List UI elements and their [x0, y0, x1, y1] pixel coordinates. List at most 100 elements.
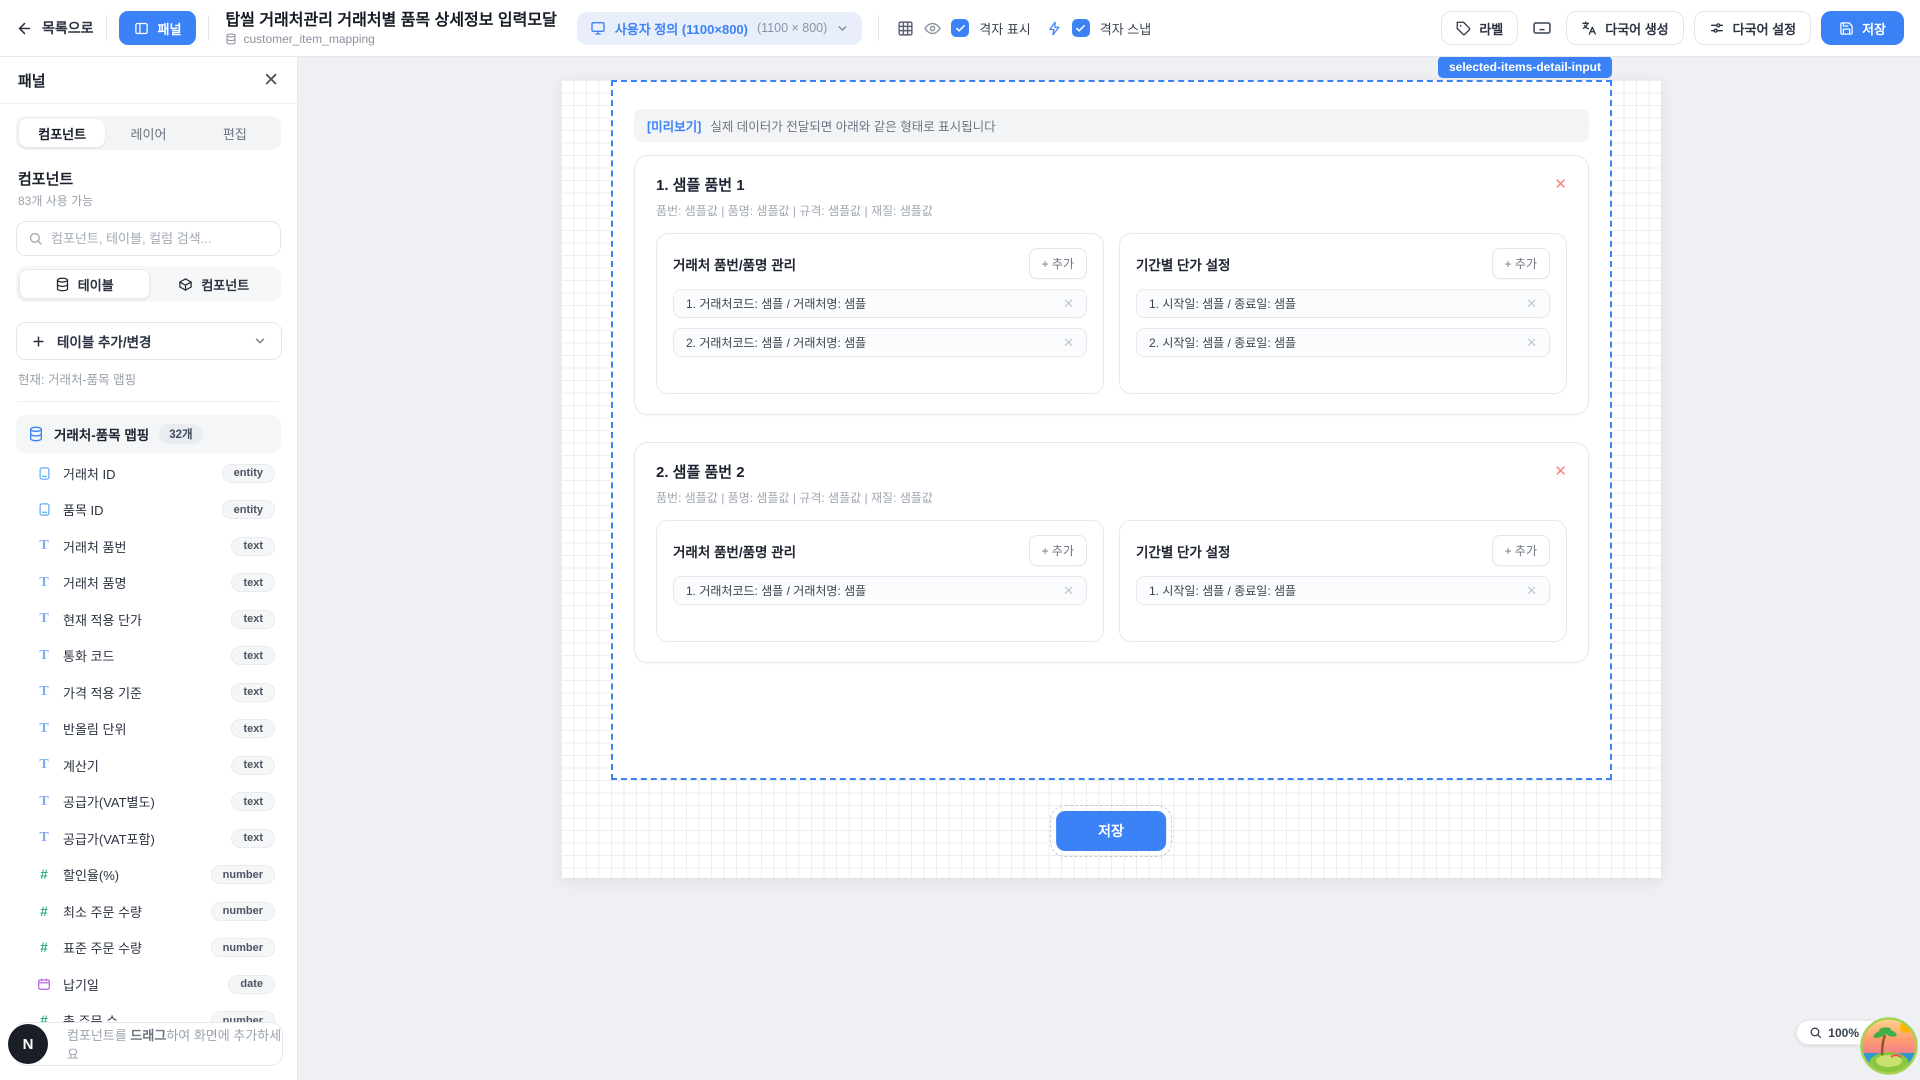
field-name: 품목 ID [63, 500, 104, 519]
field-name: 계산기 [63, 756, 99, 775]
field-item[interactable]: 거래처 IDentity [16, 455, 281, 492]
components-section-title: 컴포넌트 [18, 168, 279, 189]
top-toolbar: 목록으로 패널 탑씰 거래처관리 거래처별 품목 상세정보 입력모달 custo… [0, 0, 1920, 57]
viewport-size-selector[interactable]: 사용자 정의 (1100×800) (1100 × 800) [577, 12, 862, 45]
save-button[interactable]: 저장 [1821, 11, 1904, 45]
date-type-icon [36, 977, 52, 991]
row-remove-icon[interactable]: ✕ [1063, 335, 1074, 351]
search-input[interactable] [51, 231, 269, 246]
field-item[interactable]: T거래처 품번text [16, 528, 281, 565]
field-item[interactable]: T통화 코드text [16, 638, 281, 675]
item-group: 거래처 품번/품명 관리+ 추가1. 거래처코드: 샘플 / 거래처명: 샘플✕… [656, 233, 1104, 394]
eye-icon[interactable] [924, 20, 941, 37]
viewport-selected-label: 사용자 정의 (1100×800) [615, 19, 748, 38]
tab-편집[interactable]: 편집 [192, 119, 278, 147]
field-item[interactable]: T현재 적용 단가text [16, 601, 281, 638]
field-name: 납기일 [63, 975, 99, 994]
field-item[interactable]: T공급가(VAT별도)text [16, 784, 281, 821]
field-item[interactable]: T가격 적용 기준text [16, 674, 281, 711]
field-item[interactable]: #표준 주문 수량number [16, 930, 281, 967]
tab-컴포넌트[interactable]: 컴포넌트 [19, 119, 105, 147]
group-title: 기간별 단가 설정 [1136, 541, 1230, 561]
item-meta: 품번: 샘플값 | 품명: 샘플값 | 규격: 샘플값 | 재질: 샘플값 [656, 202, 1567, 219]
keyboard-shortcuts-button[interactable] [1528, 18, 1556, 38]
zoom-level: 100% [1828, 1026, 1859, 1040]
table-group-header[interactable]: 거래처-품목 맵핑 32개 [16, 415, 281, 453]
group-add-button[interactable]: + 추가 [1492, 248, 1550, 279]
row-remove-icon[interactable]: ✕ [1526, 583, 1537, 599]
group-row-text: 2. 시작일: 샘플 / 종료일: 샘플 [1149, 334, 1296, 351]
selected-component[interactable]: selected-items-detail-input [미리보기] 실제 데이… [611, 80, 1612, 780]
source-tab-테이블[interactable]: 테이블 [19, 269, 150, 299]
item-group: 기간별 단가 설정+ 추가1. 시작일: 샘플 / 종료일: 샘플✕2. 시작일… [1119, 233, 1567, 394]
lightning-icon [1047, 21, 1062, 36]
tab-레이어[interactable]: 레이어 [105, 119, 191, 147]
text-type-icon: T [36, 721, 52, 737]
item-delete-icon[interactable]: ✕ [1554, 464, 1567, 479]
field-type-badge: number [211, 902, 275, 921]
form-save-button[interactable]: 저장 [1056, 811, 1166, 851]
group-row-text: 1. 시작일: 샘플 / 종료일: 샘플 [1149, 582, 1296, 599]
field-name: 거래처 ID [63, 464, 116, 483]
field-item[interactable]: T반올림 단위text [16, 711, 281, 748]
field-item[interactable]: 납기일 date [16, 966, 281, 1003]
plus-icon [31, 334, 46, 349]
field-type-badge: date [228, 975, 275, 994]
number-type-icon: # [36, 867, 52, 882]
item-title: 2. 샘플 품번 2 [656, 461, 745, 482]
text-type-icon: T [36, 611, 52, 627]
group-row: 1. 시작일: 샘플 / 종료일: 샘플 ✕ [1136, 576, 1550, 605]
back-to-list-label: 목록으로 [42, 18, 94, 38]
drag-hint-bar: N 컴포넌트를 드래그하여 화면에 추가하세요 [14, 1022, 283, 1066]
group-row-text: 1. 거래처코드: 샘플 / 거래처명: 샘플 [686, 582, 866, 599]
field-item[interactable]: T공급가(VAT포함)text [16, 820, 281, 857]
current-table-label: 현재: 거래처-품목 맵핑 [18, 369, 279, 388]
group-row: 2. 시작일: 샘플 / 종료일: 샘플 ✕ [1136, 328, 1550, 357]
sample-items-container: 1. 샘플 품번 1✕품번: 샘플값 | 품명: 샘플값 | 규격: 샘플값 |… [613, 155, 1610, 663]
field-item[interactable]: T계산기text [16, 747, 281, 784]
back-arrow-icon [16, 20, 33, 37]
grid-snap-checkbox[interactable] [1072, 19, 1090, 37]
add-table-button[interactable]: 테이블 추가/변경 [16, 322, 282, 360]
search-icon [28, 231, 43, 246]
field-item[interactable]: #할인율(%)number [16, 857, 281, 894]
field-item[interactable]: T거래처 품명text [16, 565, 281, 602]
field-type-badge: number [211, 865, 275, 884]
i18n-settings-button[interactable]: 다국어 설정 [1694, 11, 1811, 45]
monitor-icon [590, 20, 606, 36]
panel-toggle-button[interactable]: 패널 [119, 11, 197, 45]
viewport-size-label: (1100 × 800) [757, 21, 827, 35]
field-item[interactable]: #최소 주문 수량number [16, 893, 281, 930]
field-name: 표준 주문 수량 [63, 938, 142, 957]
row-remove-icon[interactable]: ✕ [1063, 583, 1074, 599]
group-title: 거래처 품번/품명 관리 [673, 254, 796, 274]
field-item[interactable]: 품목 IDentity [16, 492, 281, 529]
field-name: 최소 주문 수량 [63, 902, 142, 921]
back-to-list-button[interactable]: 목록으로 [16, 18, 94, 38]
grid-show-checkbox[interactable] [951, 19, 969, 37]
group-add-button[interactable]: + 추가 [1029, 535, 1087, 566]
entity-type-icon [36, 466, 52, 481]
row-remove-icon[interactable]: ✕ [1526, 335, 1537, 351]
component-search[interactable] [16, 221, 281, 256]
tag-icon [1456, 21, 1471, 36]
item-delete-icon[interactable]: ✕ [1554, 177, 1567, 192]
row-remove-icon[interactable]: ✕ [1063, 296, 1074, 312]
text-type-icon: T [36, 648, 52, 664]
group-add-button[interactable]: + 추가 [1029, 248, 1087, 279]
i18n-generate-button[interactable]: 다국어 생성 [1566, 11, 1683, 45]
artboard[interactable]: selected-items-detail-input [미리보기] 실제 데이… [561, 80, 1661, 878]
panel-icon [134, 21, 149, 36]
island-badge-icon[interactable] [1860, 1017, 1918, 1075]
group-add-button[interactable]: + 추가 [1492, 535, 1550, 566]
field-name: 반올림 단위 [63, 719, 126, 738]
item-meta: 품번: 샘플값 | 품명: 샘플값 | 규격: 샘플값 | 재질: 샘플값 [656, 489, 1567, 506]
field-name: 공급가(VAT별도) [63, 792, 155, 811]
label-button[interactable]: 라벨 [1441, 11, 1518, 45]
panel-close-icon[interactable]: ✕ [263, 71, 279, 90]
source-tab-컴포넌트[interactable]: 컴포넌트 [150, 269, 279, 299]
row-remove-icon[interactable]: ✕ [1526, 296, 1537, 312]
divider [106, 15, 107, 41]
item-group: 기간별 단가 설정 + 추가 1. 시작일: 샘플 / 종료일: 샘플 ✕ [1119, 520, 1567, 642]
editor-canvas[interactable]: selected-items-detail-input [미리보기] 실제 데이… [298, 57, 1920, 1080]
